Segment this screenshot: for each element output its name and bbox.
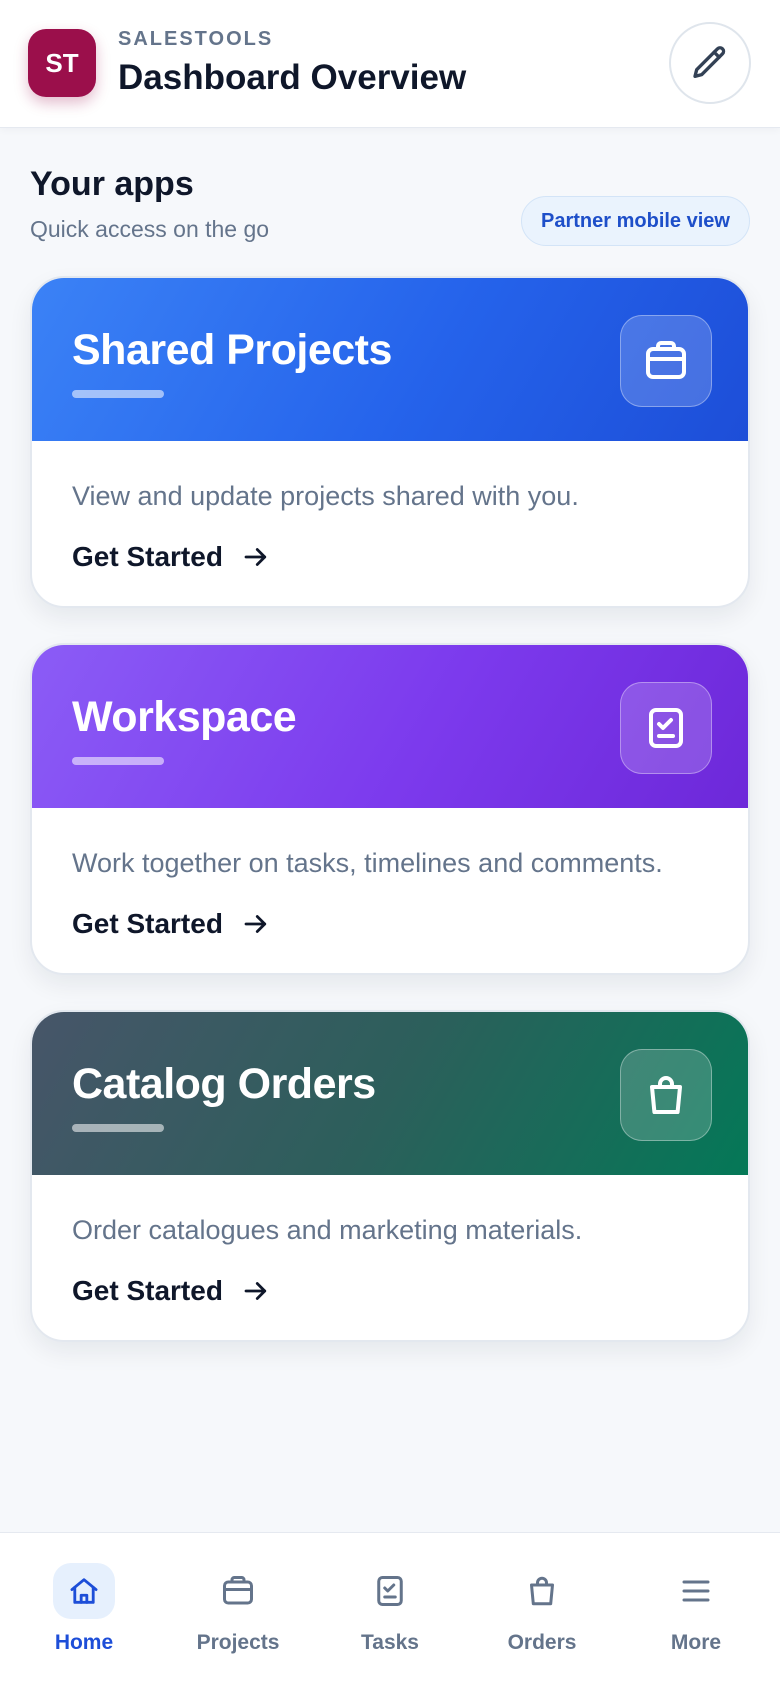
pencil-icon [693,46,726,79]
card-description: Work together on tasks, timelines and co… [72,848,663,878]
get-started-link[interactable]: Get Started [72,541,271,573]
card-title: Catalog Orders [72,1060,376,1108]
nav-item-orders[interactable]: Orders [482,1563,602,1673]
partner-mobile-view-button[interactable]: Partner mobile view [521,196,750,246]
shopping-bag-icon [620,1049,712,1141]
card-description: View and update projects shared with you… [72,481,579,511]
section-title: Your apps [30,165,194,203]
menu-icon [665,1563,727,1619]
cta-label: Get Started [72,1275,223,1306]
edit-button[interactable] [669,22,751,104]
brand-label: SALESTOOLS [118,28,274,50]
home-icon [53,1563,115,1619]
get-started-link[interactable]: Get Started [72,1275,271,1307]
cta-label: Get Started [72,541,223,572]
card-header: Shared Projects [32,278,748,441]
card-header: Workspace [32,645,748,808]
get-started-link[interactable]: Get Started [72,908,271,940]
nav-label: Tasks [361,1631,419,1654]
card-title-underline [72,757,164,765]
section-subtitle: Quick access on the go [30,216,270,242]
card-title-underline [72,390,164,398]
shopping-bag-icon [511,1563,573,1619]
nav-label: Orders [507,1631,577,1654]
clipboard-check-icon [620,682,712,774]
arrow-right-icon [244,1282,267,1300]
card-title-underline [72,1124,164,1132]
card-header: Catalog Orders [32,1012,748,1175]
nav-item-projects[interactable]: Projects [178,1563,298,1673]
arrow-right-icon [244,548,267,566]
app-card-catalog-orders[interactable]: Catalog Orders Order catalogues and mark… [30,1010,750,1342]
briefcase-icon [207,1563,269,1619]
nav-label: Projects [196,1631,280,1654]
app-card-workspace[interactable]: Workspace Work together on tasks, timeli… [30,643,750,975]
bottom-nav: Home Projects Tasks Orders More [0,1532,780,1688]
nav-label: Home [54,1631,114,1654]
nav-label: More [670,1631,722,1654]
card-title: Workspace [72,693,297,741]
avatar[interactable]: ST [28,29,96,97]
briefcase-icon [620,315,712,407]
card-description: Order catalogues and marketing materials… [72,1215,583,1245]
app-header: ST SALESTOOLS Dashboard Overview [0,0,780,128]
app-card-shared-projects[interactable]: Shared Projects View and update projects… [30,276,750,608]
cta-label: Get Started [72,908,223,939]
page-title: Dashboard Overview [118,58,467,97]
arrow-right-icon [244,915,267,933]
nav-item-home[interactable]: Home [24,1563,144,1673]
nav-item-tasks[interactable]: Tasks [330,1563,450,1673]
nav-item-more[interactable]: More [636,1563,756,1673]
clipboard-check-icon [359,1563,421,1619]
card-title: Shared Projects [72,326,392,374]
